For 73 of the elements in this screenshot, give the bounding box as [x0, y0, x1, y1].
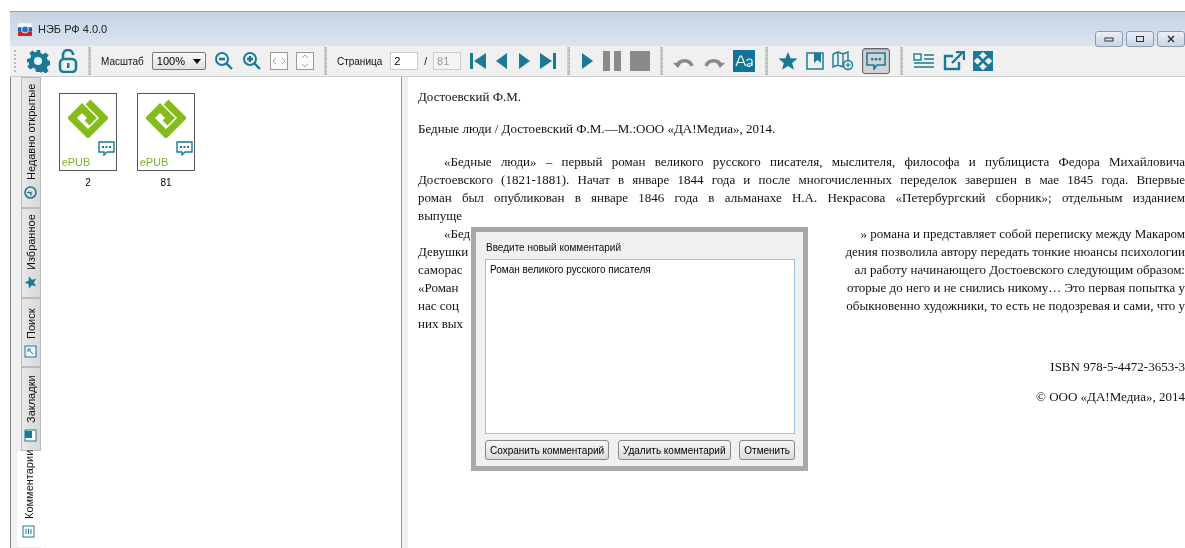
minimize-icon: [1104, 36, 1114, 42]
maximize-button[interactable]: [1126, 31, 1154, 47]
side-tab[interactable]: Избранное: [21, 208, 41, 298]
clock-icon: [24, 186, 38, 199]
side-tab[interactable]: Закладки: [21, 367, 41, 451]
epub-logo-text: ePUB: [61, 156, 91, 168]
fit-width-icon[interactable]: [269, 52, 288, 70]
last-page-icon[interactable]: [539, 52, 558, 70]
page-number: 2: [85, 177, 91, 188]
text-line: Достоевского (1821-1881). Начат в январе 1844 года и после многочисленных переделок завершен в мае 1845 года. Впервые: [418, 171, 1185, 189]
epub-logo-text: ePUB: [139, 156, 169, 168]
comments-button[interactable]: [862, 48, 891, 74]
text-line: них вых: [418, 315, 464, 333]
settings-icon[interactable]: [26, 49, 50, 73]
external-window-icon[interactable]: [943, 51, 966, 71]
maximize-icon: [1135, 35, 1145, 43]
text-line: Девушки: [418, 243, 469, 261]
text-line: «Роман: [418, 279, 459, 297]
next-page-icon[interactable]: [517, 52, 532, 70]
text-line: саморас: [418, 261, 463, 279]
text-line: обыкновенно художники, то есть не подозревая и сами, что у: [846, 297, 1185, 315]
window-title: НЭБ РФ 4.0.0: [38, 23, 108, 35]
fit-height-icon[interactable]: [295, 52, 314, 70]
close-icon: [1166, 35, 1176, 43]
bookmark-icon: [24, 429, 38, 442]
epub-logo-icon: [146, 98, 186, 138]
zoom-label: Масштаб: [101, 55, 144, 67]
side-tab[interactable]: Поиск: [21, 298, 41, 367]
zoom-in-icon[interactable]: [241, 51, 262, 71]
book-add-icon[interactable]: [832, 51, 855, 71]
unlocked-padlock-icon[interactable]: [58, 49, 78, 73]
bookmark-icon[interactable]: [806, 52, 825, 70]
text-line: нас соц: [418, 297, 459, 315]
caret-icon: [192, 58, 201, 64]
list-view-icon[interactable]: [913, 53, 936, 69]
page-number-field[interactable]: 2: [390, 52, 419, 70]
dialog-button[interactable]: Удалить комментарий: [617, 440, 731, 460]
dialog-button[interactable]: Сохранить комментарий: [485, 440, 610, 460]
page-separator: /: [424, 55, 428, 67]
dialog-prompt: Введите новый комментарий: [486, 242, 623, 253]
author-line: Достоевский Ф.М.: [418, 89, 523, 105]
text-line: «Бед: [443, 225, 471, 243]
text-line: дения позволила автору передать тонкие нюансы психологии: [845, 243, 1185, 261]
flag-icon: [18, 22, 32, 36]
star-icon: [24, 276, 38, 289]
text-line: «Бедные люди» – первый роман великого русского писателя, мыслителя, философа и публициста Федора Михайловича: [443, 153, 1185, 171]
citation-line: Бедные люди / Достоевский Ф.М.—М.:ООО «ДА!Медиа», 2014.: [418, 121, 777, 137]
dialog-button[interactable]: Отменить: [739, 440, 795, 460]
epub-logo-icon: [68, 98, 108, 138]
text-line: выпуще: [418, 207, 463, 225]
play-icon[interactable]: [580, 52, 595, 70]
text-line: роман был опубликован в январе 1846 года в альманахе Н.А. Некрасова «Петербургский сборник»; отдельным изданием: [418, 189, 1185, 207]
first-page-icon[interactable]: [469, 52, 488, 70]
close-button[interactable]: [1157, 31, 1185, 47]
zoom-dropdown[interactable]: 100%: [151, 52, 206, 70]
page-label: Страница: [336, 55, 383, 67]
star-icon[interactable]: [778, 51, 799, 71]
comment-input-field[interactable]: Роман великого русского писателя: [485, 259, 795, 434]
fullscreen-icon[interactable]: [973, 51, 994, 71]
side-tab[interactable]: Комментарии: [17, 451, 41, 547]
page-total-field: 81: [433, 52, 462, 70]
text-line: ал работу начинающего Достоевского следующим образом:: [854, 261, 1185, 279]
text-line: оторые до него и не снились никому… Это первая попытка у: [847, 279, 1185, 297]
page-number: 81: [160, 177, 172, 188]
zoom-out-icon[interactable]: [213, 51, 234, 71]
isbn-line: ISBN 978-5-4472-3653-3: [1049, 359, 1185, 375]
text-line: » романа и представляет собой переписку между Макаром: [860, 225, 1185, 243]
copyright-line: © ООО «ДА!Медиа», 2014: [1035, 389, 1185, 405]
search-icon: [24, 345, 38, 358]
previous-page-icon[interactable]: [495, 52, 510, 70]
side-tab[interactable]: Недавно открытые: [21, 77, 41, 208]
list-icon: [22, 525, 36, 538]
font-icon[interactable]: [733, 50, 756, 72]
